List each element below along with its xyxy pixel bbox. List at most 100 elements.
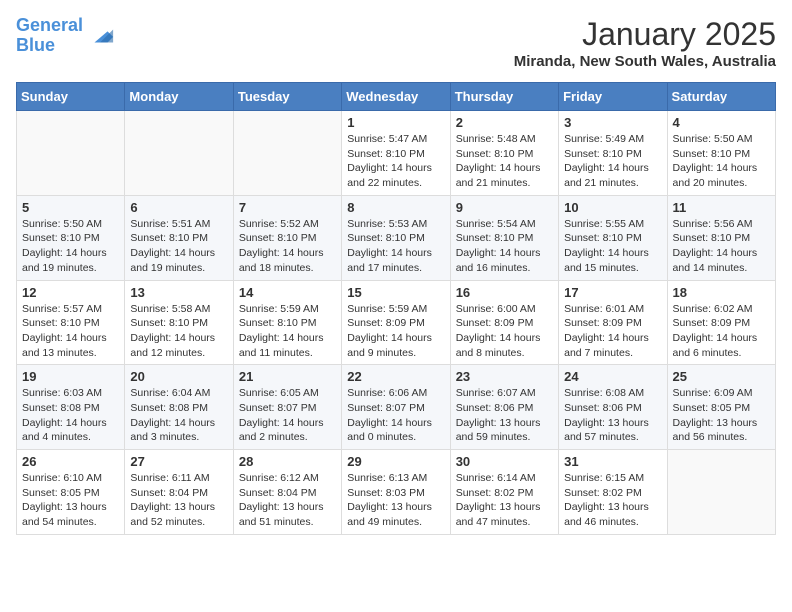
day-info: Sunrise: 6:15 AMSunset: 8:02 PMDaylight:… <box>564 471 661 530</box>
calendar-cell: 5 Sunrise: 5:50 AMSunset: 8:10 PMDaylight… <box>17 195 125 280</box>
calendar-week-2: 5 Sunrise: 5:50 AMSunset: 8:10 PMDaylight… <box>17 195 776 280</box>
day-number: 22 <box>347 369 444 384</box>
weekday-header-thursday: Thursday <box>450 83 558 111</box>
calendar-cell: 1 Sunrise: 5:47 AMSunset: 8:10 PMDaylight… <box>342 111 450 196</box>
day-number: 18 <box>673 285 770 300</box>
day-number: 27 <box>130 454 227 469</box>
day-number: 19 <box>22 369 119 384</box>
calendar-cell: 30 Sunrise: 6:14 AMSunset: 8:02 PMDayligh… <box>450 450 558 535</box>
day-number: 13 <box>130 285 227 300</box>
day-info: Sunrise: 5:54 AMSunset: 8:10 PMDaylight:… <box>456 217 553 276</box>
calendar-cell: 26 Sunrise: 6:10 AMSunset: 8:05 PMDayligh… <box>17 450 125 535</box>
calendar-table: SundayMondayTuesdayWednesdayThursdayFrid… <box>16 82 776 535</box>
logo-line2: Blue <box>16 35 55 55</box>
day-number: 25 <box>673 369 770 384</box>
day-info: Sunrise: 5:59 AMSunset: 8:09 PMDaylight:… <box>347 302 444 361</box>
day-info: Sunrise: 6:05 AMSunset: 8:07 PMDaylight:… <box>239 386 336 445</box>
calendar-cell: 6Sunrise: 5:51 AMSunset: 8:10 PMDaylight… <box>125 195 233 280</box>
day-info: Sunrise: 5:52 AMSunset: 8:10 PMDaylight:… <box>239 217 336 276</box>
weekday-header-wednesday: Wednesday <box>342 83 450 111</box>
calendar-cell: 16Sunrise: 6:00 AMSunset: 8:09 PMDayligh… <box>450 280 558 365</box>
page-header: General Blue January 2025 Miranda, New S… <box>16 16 776 70</box>
calendar-cell: 4Sunrise: 5:50 AMSunset: 8:10 PMDaylight… <box>667 111 775 196</box>
calendar-cell: 17Sunrise: 6:01 AMSunset: 8:09 PMDayligh… <box>559 280 667 365</box>
calendar-cell: 3 Sunrise: 5:49 AMSunset: 8:10 PMDaylight… <box>559 111 667 196</box>
logo: General Blue <box>16 16 115 56</box>
day-info: Sunrise: 5:47 AMSunset: 8:10 PMDaylight:… <box>347 132 444 191</box>
day-number: 11 <box>673 200 770 215</box>
day-info: Sunrise: 5:57 AMSunset: 8:10 PMDaylight:… <box>22 302 119 361</box>
day-number: 31 <box>564 454 661 469</box>
day-info: Sunrise: 6:07 AMSunset: 8:06 PMDaylight:… <box>456 386 553 445</box>
day-info: Sunrise: 5:48 AMSunset: 8:10 PMDaylight:… <box>456 132 553 191</box>
day-number: 10 <box>564 200 661 215</box>
day-info: Sunrise: 6:00 AMSunset: 8:09 PMDaylight:… <box>456 302 553 361</box>
logo-icon <box>87 22 115 50</box>
day-number: 2 <box>456 115 553 130</box>
calendar-week-4: 19 Sunrise: 6:03 AMSunset: 8:08 PMDayligh… <box>17 365 776 450</box>
calendar-week-5: 26 Sunrise: 6:10 AMSunset: 8:05 PMDayligh… <box>17 450 776 535</box>
day-info: Sunrise: 5:58 AMSunset: 8:10 PMDaylight:… <box>130 302 227 361</box>
day-info: Sunrise: 6:11 AMSunset: 8:04 PMDaylight:… <box>130 471 227 530</box>
calendar-cell: 2 Sunrise: 5:48 AMSunset: 8:10 PMDaylight… <box>450 111 558 196</box>
calendar-cell: 20Sunrise: 6:04 AMSunset: 8:08 PMDayligh… <box>125 365 233 450</box>
day-number: 3 <box>564 115 661 130</box>
day-info: Sunrise: 6:06 AMSunset: 8:07 PMDaylight:… <box>347 386 444 445</box>
calendar-cell: 29Sunrise: 6:13 AMSunset: 8:03 PMDayligh… <box>342 450 450 535</box>
day-info: Sunrise: 6:03 AMSunset: 8:08 PMDaylight:… <box>22 386 119 445</box>
day-number: 17 <box>564 285 661 300</box>
calendar-cell: 21 Sunrise: 6:05 AMSunset: 8:07 PMDayligh… <box>233 365 341 450</box>
calendar-cell: 11 Sunrise: 5:56 AMSunset: 8:10 PMDayligh… <box>667 195 775 280</box>
calendar-week-3: 12 Sunrise: 5:57 AMSunset: 8:10 PMDayligh… <box>17 280 776 365</box>
day-number: 20 <box>130 369 227 384</box>
calendar-cell: 24Sunrise: 6:08 AMSunset: 8:06 PMDayligh… <box>559 365 667 450</box>
day-info: Sunrise: 5:56 AMSunset: 8:10 PMDaylight:… <box>673 217 770 276</box>
day-number: 7 <box>239 200 336 215</box>
day-info: Sunrise: 5:55 AMSunset: 8:10 PMDaylight:… <box>564 217 661 276</box>
calendar-cell: 13 Sunrise: 5:58 AMSunset: 8:10 PMDayligh… <box>125 280 233 365</box>
calendar-cell <box>233 111 341 196</box>
day-info: Sunrise: 6:10 AMSunset: 8:05 PMDaylight:… <box>22 471 119 530</box>
day-number: 12 <box>22 285 119 300</box>
day-number: 14 <box>239 285 336 300</box>
day-number: 6 <box>130 200 227 215</box>
day-info: Sunrise: 5:50 AMSunset: 8:10 PMDaylight:… <box>22 217 119 276</box>
calendar-cell: 25 Sunrise: 6:09 AMSunset: 8:05 PMDayligh… <box>667 365 775 450</box>
day-info: Sunrise: 6:14 AMSunset: 8:02 PMDaylight:… <box>456 471 553 530</box>
weekday-header-saturday: Saturday <box>667 83 775 111</box>
day-number: 15 <box>347 285 444 300</box>
day-info: Sunrise: 6:09 AMSunset: 8:05 PMDaylight:… <box>673 386 770 445</box>
calendar-cell: 23 Sunrise: 6:07 AMSunset: 8:06 PMDayligh… <box>450 365 558 450</box>
calendar-cell <box>17 111 125 196</box>
calendar-cell: 12 Sunrise: 5:57 AMSunset: 8:10 PMDayligh… <box>17 280 125 365</box>
day-number: 30 <box>456 454 553 469</box>
day-number: 26 <box>22 454 119 469</box>
day-number: 5 <box>22 200 119 215</box>
day-info: Sunrise: 6:12 AMSunset: 8:04 PMDaylight:… <box>239 471 336 530</box>
calendar-cell: 8Sunrise: 5:53 AMSunset: 8:10 PMDaylight… <box>342 195 450 280</box>
day-info: Sunrise: 5:59 AMSunset: 8:10 PMDaylight:… <box>239 302 336 361</box>
calendar-cell: 27 Sunrise: 6:11 AMSunset: 8:04 PMDayligh… <box>125 450 233 535</box>
calendar-cell: 19 Sunrise: 6:03 AMSunset: 8:08 PMDayligh… <box>17 365 125 450</box>
day-info: Sunrise: 6:02 AMSunset: 8:09 PMDaylight:… <box>673 302 770 361</box>
day-number: 28 <box>239 454 336 469</box>
location-title: Miranda, New South Wales, Australia <box>514 53 776 70</box>
day-number: 21 <box>239 369 336 384</box>
calendar-cell: 9Sunrise: 5:54 AMSunset: 8:10 PMDaylight… <box>450 195 558 280</box>
weekday-header-row: SundayMondayTuesdayWednesdayThursdayFrid… <box>17 83 776 111</box>
day-number: 23 <box>456 369 553 384</box>
month-title: January 2025 <box>514 16 776 53</box>
calendar-cell <box>125 111 233 196</box>
logo-text: General Blue <box>16 16 83 56</box>
weekday-header-tuesday: Tuesday <box>233 83 341 111</box>
day-number: 4 <box>673 115 770 130</box>
logo-line1: General <box>16 15 83 35</box>
day-number: 1 <box>347 115 444 130</box>
day-info: Sunrise: 5:53 AMSunset: 8:10 PMDaylight:… <box>347 217 444 276</box>
calendar-cell: 15 Sunrise: 5:59 AMSunset: 8:09 PMDayligh… <box>342 280 450 365</box>
calendar-week-1: 1 Sunrise: 5:47 AMSunset: 8:10 PMDaylight… <box>17 111 776 196</box>
calendar-cell: 10 Sunrise: 5:55 AMSunset: 8:10 PMDayligh… <box>559 195 667 280</box>
weekday-header-monday: Monday <box>125 83 233 111</box>
title-area: January 2025 Miranda, New South Wales, A… <box>514 16 776 70</box>
day-info: Sunrise: 5:49 AMSunset: 8:10 PMDaylight:… <box>564 132 661 191</box>
